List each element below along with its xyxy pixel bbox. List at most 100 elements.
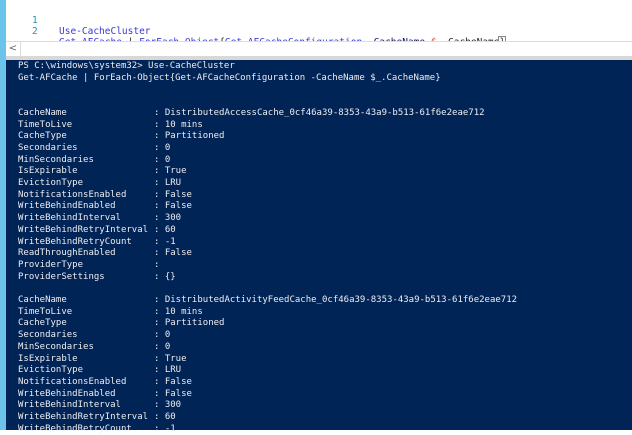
separator: : bbox=[154, 154, 165, 165]
horizontal-scrollbar[interactable]: < bbox=[6, 41, 632, 57]
property-name: CacheType bbox=[18, 318, 67, 329]
property-value: False bbox=[164, 201, 192, 212]
property-row: ReadThroughEnabled: False bbox=[18, 247, 192, 259]
line-number: 1 bbox=[32, 15, 38, 26]
separator: : bbox=[154, 189, 165, 200]
separator: : bbox=[154, 248, 165, 259]
editor-line[interactable]: 2 Get-AFCache | ForEach-Object{Get-AFCac… bbox=[6, 15, 507, 49]
property-name: WriteBehindEnabled bbox=[18, 201, 116, 212]
property-row: Secondaries: 0 bbox=[18, 329, 170, 341]
property-row: TimeToLive: 10 mins bbox=[18, 119, 203, 131]
property-row: WriteBehindEnabled: False bbox=[18, 388, 192, 400]
property-name: WriteBehindEnabled bbox=[18, 388, 116, 399]
editor-line[interactable]: 1 Use-CacheCluster bbox=[6, 4, 151, 37]
property-row: WriteBehindRetryInterval: 60 bbox=[18, 411, 176, 423]
property-value: 0 bbox=[164, 154, 171, 165]
property-row: NotificationsEnabled: False bbox=[18, 376, 192, 388]
property-row: CacheType: Partitioned bbox=[18, 317, 224, 329]
property-name: NotificationsEnabled bbox=[18, 376, 127, 387]
property-name: WriteBehindInterval bbox=[18, 213, 121, 224]
separator: : bbox=[154, 142, 165, 153]
property-value: 60 bbox=[164, 412, 176, 422]
separator: : bbox=[154, 166, 165, 177]
property-name: TimeToLive bbox=[18, 119, 73, 130]
property-value: False bbox=[164, 388, 192, 399]
property-name: WriteBehindRetryCount bbox=[18, 236, 132, 247]
separator: : bbox=[154, 236, 165, 247]
separator: : bbox=[154, 423, 165, 434]
property-name: CacheName bbox=[18, 107, 67, 118]
property-row: CacheName: DistributedAccessCache_0cf46a… bbox=[18, 107, 485, 119]
property-value: -1 bbox=[164, 423, 176, 434]
separator: : bbox=[154, 341, 165, 352]
property-row: CacheType: Partitioned bbox=[18, 130, 224, 142]
property-value: 10 mins bbox=[164, 119, 203, 130]
property-row: EvictionType: LRU bbox=[18, 364, 181, 376]
separator: : bbox=[154, 131, 165, 142]
script-editor[interactable]: 1 Use-CacheCluster 2 Get-AFCache | ForEa… bbox=[6, 0, 632, 49]
command-line: Get-AFCache | ForEach-Object{Get-AFCache… bbox=[18, 72, 441, 83]
property-value: False bbox=[164, 248, 192, 259]
line-number: 2 bbox=[32, 26, 38, 37]
property-name: IsExpirable bbox=[18, 166, 78, 177]
property-name: IsExpirable bbox=[18, 353, 78, 364]
property-row: WriteBehindInterval: 300 bbox=[18, 399, 181, 411]
property-name: ReadThroughEnabled bbox=[18, 248, 116, 259]
property-row: WriteBehindInterval: 300 bbox=[18, 212, 181, 224]
property-name: MinSecondaries bbox=[18, 341, 94, 352]
property-name: WriteBehindInterval bbox=[18, 400, 121, 411]
property-name: Secondaries bbox=[18, 142, 78, 153]
property-value: 10 mins bbox=[164, 306, 203, 317]
property-row: MinSecondaries: 0 bbox=[18, 341, 170, 353]
property-value: DistributedAccessCache_0cf46a39-8353-43a… bbox=[164, 107, 485, 118]
separator: : bbox=[154, 365, 165, 376]
separator: : bbox=[154, 213, 165, 224]
property-row: CacheName: DistributedActivityFeedCache_… bbox=[18, 294, 517, 306]
property-name: EvictionType bbox=[18, 365, 84, 376]
property-name: WriteBehindRetryInterval bbox=[18, 224, 149, 235]
property-row: ProviderSettings: {} bbox=[18, 271, 176, 283]
property-value: 0 bbox=[164, 330, 171, 341]
property-name: EvictionType bbox=[18, 178, 84, 188]
separator: : bbox=[154, 388, 165, 399]
separator: : bbox=[154, 306, 165, 317]
property-name: NotificationsEnabled bbox=[18, 189, 127, 200]
property-name: MinSecondaries bbox=[18, 154, 94, 165]
separator: : bbox=[154, 224, 165, 235]
property-row: WriteBehindRetryCount: -1 bbox=[18, 423, 176, 435]
console-pane[interactable]: PS C:\windows\system32> Use-CacheCluster… bbox=[6, 60, 632, 434]
separator: : bbox=[154, 376, 165, 387]
property-value: Partitioned bbox=[164, 318, 225, 329]
separator: : bbox=[154, 201, 165, 212]
property-row: TimeToLive: 10 mins bbox=[18, 306, 203, 318]
property-value: False bbox=[164, 376, 192, 387]
property-row: EvictionType: LRU bbox=[18, 177, 181, 189]
property-value: {} bbox=[164, 271, 176, 282]
property-name: Secondaries bbox=[18, 330, 78, 341]
separator: : bbox=[154, 295, 165, 305]
separator: : bbox=[154, 400, 165, 411]
property-row: WriteBehindEnabled: False bbox=[18, 200, 192, 212]
property-name: ProviderSettings bbox=[18, 271, 105, 282]
separator: : bbox=[154, 259, 165, 270]
property-name: TimeToLive bbox=[18, 306, 73, 317]
separator: : bbox=[154, 271, 165, 282]
property-value: True bbox=[164, 353, 187, 364]
property-row: NotificationsEnabled: False bbox=[18, 189, 192, 201]
property-name: WriteBehindRetryInterval bbox=[18, 412, 149, 422]
property-row: IsExpirable: True bbox=[18, 353, 187, 365]
property-value: True bbox=[164, 166, 187, 177]
property-value: 0 bbox=[164, 341, 171, 352]
scroll-left-icon[interactable]: < bbox=[6, 42, 21, 56]
property-value: False bbox=[164, 189, 192, 200]
separator: : bbox=[154, 412, 165, 422]
property-name: CacheType bbox=[18, 131, 67, 142]
property-row: WriteBehindRetryInterval: 60 bbox=[18, 224, 176, 236]
property-row: WriteBehindRetryCount: -1 bbox=[18, 236, 176, 248]
property-value: DistributedActivityFeedCache_0cf46a39-83… bbox=[164, 295, 518, 305]
separator: : bbox=[154, 353, 165, 364]
separator: : bbox=[154, 318, 165, 329]
property-value: 300 bbox=[164, 213, 182, 224]
property-row: IsExpirable: True bbox=[18, 165, 187, 177]
separator: : bbox=[154, 178, 165, 188]
